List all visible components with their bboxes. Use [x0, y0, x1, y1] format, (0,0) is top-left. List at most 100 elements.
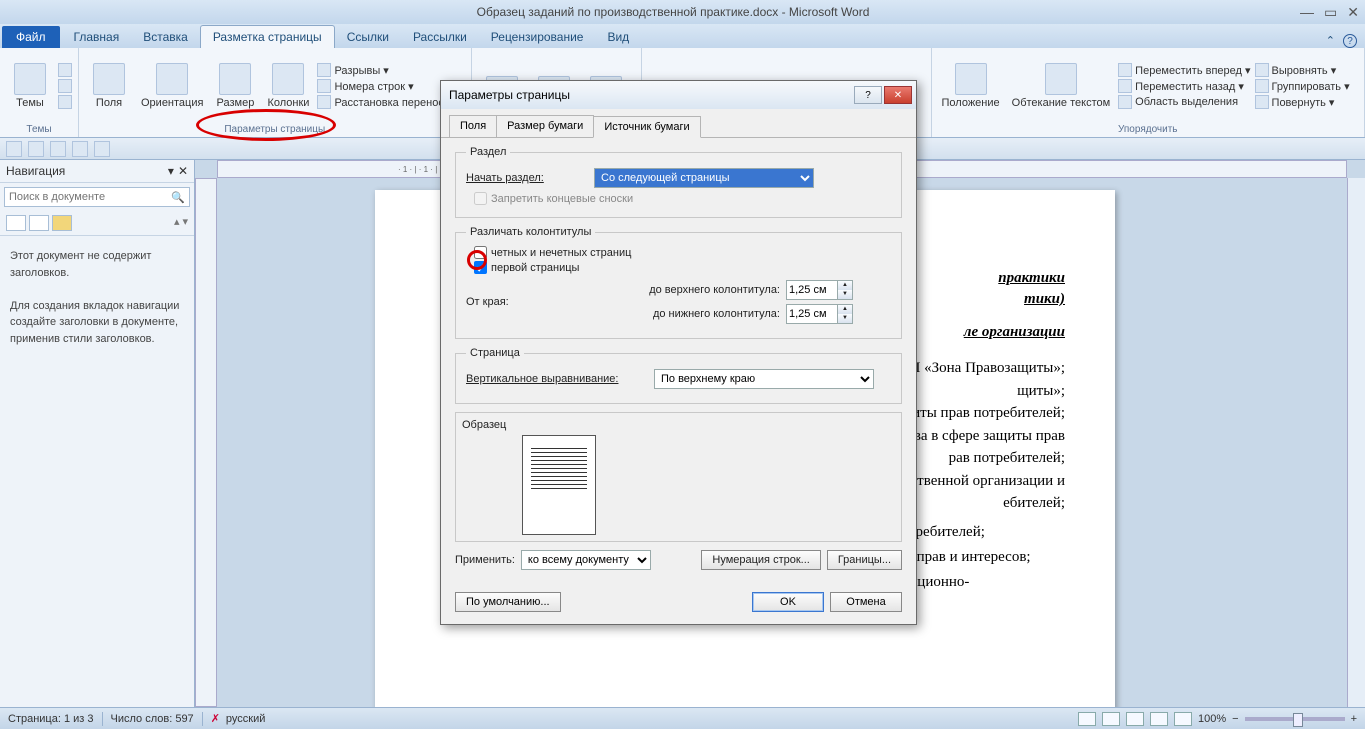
- header-distance-input[interactable]: [786, 280, 838, 300]
- view-draft[interactable]: [1174, 712, 1192, 726]
- titlebar: Образец заданий по производственной прак…: [0, 0, 1365, 24]
- cancel-button[interactable]: Отмена: [830, 592, 902, 612]
- header-spinner[interactable]: ▲▼: [838, 280, 853, 300]
- dialog-titlebar[interactable]: Параметры страницы ? ✕: [441, 81, 916, 109]
- section-start-select[interactable]: Со следующей страницы: [594, 168, 814, 188]
- view-full-screen[interactable]: [1102, 712, 1120, 726]
- nav-search: 🔍: [4, 187, 190, 207]
- dialog-tab-layout[interactable]: Источник бумаги: [593, 116, 700, 138]
- tab-home[interactable]: Главная: [62, 26, 132, 48]
- dialog-body: Раздел Начать раздел: Со следующей стран…: [441, 138, 916, 584]
- qat-icon-4[interactable]: [72, 141, 88, 157]
- zoom-out-icon[interactable]: −: [1232, 713, 1238, 725]
- bring-forward-button[interactable]: Переместить вперед ▾: [1118, 63, 1250, 77]
- odd-even-checkbox[interactable]: [474, 246, 487, 259]
- ok-button[interactable]: OK: [752, 592, 824, 612]
- vertical-ruler[interactable]: [195, 178, 217, 707]
- minimize-ribbon-icon[interactable]: ⌃: [1326, 34, 1335, 48]
- tab-references[interactable]: Ссылки: [335, 26, 401, 48]
- status-zoom[interactable]: 100%: [1198, 713, 1226, 725]
- dialog-close-icon[interactable]: ✕: [884, 86, 912, 104]
- orientation-button[interactable]: Ориентация: [137, 61, 207, 111]
- close-icon[interactable]: ✕: [1347, 4, 1359, 21]
- group-themes-label: Темы: [6, 122, 72, 137]
- nav-next-icon[interactable]: ▾: [182, 215, 188, 231]
- headers-legend: Различать колонтитулы: [466, 226, 595, 238]
- status-words[interactable]: Число слов: 597: [111, 713, 194, 725]
- backward-label: Переместить назад ▾: [1135, 80, 1244, 93]
- rotate-label: Повернуть ▾: [1272, 96, 1335, 109]
- group-button[interactable]: Группировать ▾: [1255, 79, 1350, 93]
- proofing-icon[interactable]: ✗: [211, 712, 220, 725]
- zoom-in-icon[interactable]: +: [1351, 713, 1357, 725]
- forward-icon: [1118, 63, 1132, 77]
- nav-tab-pages[interactable]: [29, 215, 49, 231]
- dialog-tab-margins[interactable]: Поля: [449, 115, 497, 137]
- columns-icon: [272, 63, 304, 95]
- tab-review[interactable]: Рецензирование: [479, 26, 596, 48]
- view-print-layout[interactable]: [1078, 712, 1096, 726]
- nav-prev-icon[interactable]: ▴: [174, 215, 180, 231]
- margins-button[interactable]: Поля: [85, 61, 133, 111]
- dialog-footer: По умолчанию... OK Отмена: [441, 584, 916, 624]
- margins-label: Поля: [96, 97, 122, 109]
- view-web-layout[interactable]: [1126, 712, 1144, 726]
- undo-icon[interactable]: [28, 141, 44, 157]
- qat-icon-5[interactable]: [94, 141, 110, 157]
- apply-to-select[interactable]: ко всему документу: [521, 550, 651, 570]
- vertical-scrollbar[interactable]: [1347, 178, 1365, 707]
- apply-to-label: Применить:: [455, 554, 515, 566]
- borders-button-dlg[interactable]: Границы...: [827, 550, 902, 570]
- restore-icon[interactable]: ▭: [1324, 4, 1337, 21]
- redo-icon[interactable]: [50, 141, 66, 157]
- selection-pane-button[interactable]: Область выделения: [1118, 95, 1250, 109]
- line-numbers-button-dlg[interactable]: Нумерация строк...: [701, 550, 820, 570]
- nav-dropdown-icon[interactable]: ▾: [168, 164, 174, 178]
- tab-view[interactable]: Вид: [595, 26, 641, 48]
- fonts-icon[interactable]: [58, 79, 72, 93]
- default-button[interactable]: По умолчанию...: [455, 592, 561, 612]
- minimize-icon[interactable]: —: [1300, 4, 1314, 21]
- search-icon[interactable]: 🔍: [167, 188, 189, 206]
- send-backward-button[interactable]: Переместить назад ▾: [1118, 79, 1250, 93]
- page-setup-dialog: Параметры страницы ? ✕ Поля Размер бумаг…: [440, 80, 917, 625]
- wrap-text-button[interactable]: Обтекание текстом: [1008, 61, 1115, 111]
- nav-tab-results[interactable]: [52, 215, 72, 231]
- document-title: Образец заданий по производственной прак…: [46, 5, 1300, 19]
- nav-close-icon[interactable]: ✕: [178, 164, 188, 178]
- breaks-button[interactable]: Разрывы ▾: [317, 63, 464, 77]
- breaks-icon: [317, 63, 331, 77]
- suppress-endnotes-checkbox: [474, 192, 487, 205]
- size-button[interactable]: Размер: [211, 61, 259, 111]
- rotate-button[interactable]: Повернуть ▾: [1255, 95, 1350, 109]
- search-input[interactable]: [5, 188, 167, 206]
- colors-icon[interactable]: [58, 63, 72, 77]
- ribbon-tabs: Файл Главная Вставка Разметка страницы С…: [0, 24, 1365, 48]
- themes-button[interactable]: Темы: [6, 61, 54, 111]
- valign-select[interactable]: По верхнему краю: [654, 369, 874, 389]
- save-icon[interactable]: [6, 141, 22, 157]
- first-page-checkbox[interactable]: [474, 261, 487, 274]
- status-language[interactable]: русский: [226, 713, 265, 725]
- align-button[interactable]: Выровнять ▾: [1255, 63, 1350, 77]
- nav-tab-headings[interactable]: [6, 215, 26, 231]
- help-icon[interactable]: ?: [1343, 34, 1357, 48]
- tab-mailings[interactable]: Рассылки: [401, 26, 479, 48]
- effects-icon[interactable]: [58, 95, 72, 109]
- dialog-help-icon[interactable]: ?: [854, 86, 882, 104]
- position-button[interactable]: Положение: [938, 61, 1004, 111]
- dialog-tab-paper[interactable]: Размер бумаги: [496, 115, 594, 137]
- footer-distance-input[interactable]: [786, 304, 838, 324]
- status-page[interactable]: Страница: 1 из 3: [8, 713, 94, 725]
- columns-button[interactable]: Колонки: [263, 61, 313, 111]
- group-arrange-label: Упорядочить: [938, 122, 1359, 137]
- section-legend: Раздел: [466, 146, 510, 158]
- footer-spinner[interactable]: ▲▼: [838, 304, 853, 324]
- zoom-slider[interactable]: [1245, 717, 1345, 721]
- tab-file[interactable]: Файл: [2, 26, 60, 48]
- tab-page-layout[interactable]: Разметка страницы: [200, 25, 335, 48]
- window-controls: — ▭ ✕: [1300, 4, 1359, 21]
- hyphen-icon: [317, 95, 331, 109]
- view-outline[interactable]: [1150, 712, 1168, 726]
- tab-insert[interactable]: Вставка: [131, 26, 200, 48]
